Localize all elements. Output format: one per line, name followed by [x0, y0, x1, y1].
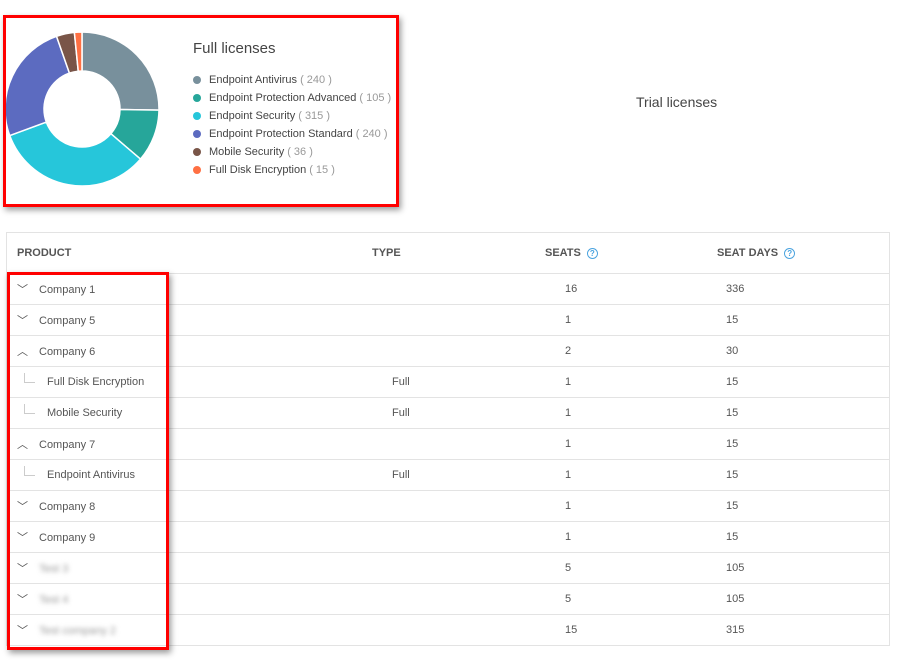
type-cell: [372, 273, 545, 305]
seat-days-cell: 15: [717, 459, 890, 491]
seat-days-cell: 15: [717, 521, 890, 553]
type-cell: [372, 428, 545, 460]
seats-cell: 1: [545, 459, 717, 491]
table-header-row: PRODUCT TYPE SEATS? SEAT DAYS?: [6, 232, 890, 274]
seats-cell: 5: [545, 583, 717, 615]
seats-cell: 1: [545, 366, 717, 398]
type-cell: [372, 552, 545, 584]
annotation-highlight-products: [7, 272, 169, 650]
seats-cell: 5: [545, 552, 717, 584]
seats-cell: 1: [545, 397, 717, 429]
type-cell: [372, 335, 545, 367]
help-icon[interactable]: ?: [586, 247, 598, 259]
seat-days-cell: 30: [717, 335, 890, 367]
seats-cell: 1: [545, 521, 717, 553]
type-cell: [372, 521, 545, 553]
seats-cell: 1: [545, 428, 717, 460]
annotation-highlight-chart: [3, 15, 399, 207]
seat-days-cell: 15: [717, 304, 890, 336]
seat-days-cell: 15: [717, 490, 890, 522]
type-cell: [372, 304, 545, 336]
seat-days-cell: 15: [717, 428, 890, 460]
type-cell: [372, 614, 545, 646]
header-seats-label: SEATS: [545, 247, 581, 259]
header-product[interactable]: PRODUCT: [6, 232, 372, 274]
help-icon[interactable]: ?: [784, 247, 796, 259]
type-cell: [372, 583, 545, 615]
type-cell: Full: [372, 397, 545, 429]
seats-cell: 1: [545, 490, 717, 522]
type-cell: Full: [372, 366, 545, 398]
header-seat-days[interactable]: SEAT DAYS?: [717, 232, 890, 274]
seat-days-cell: 15: [717, 397, 890, 429]
type-cell: [372, 490, 545, 522]
seats-cell: 2: [545, 335, 717, 367]
seats-cell: 1: [545, 304, 717, 336]
seat-days-cell: 105: [717, 583, 890, 615]
seat-days-cell: 105: [717, 552, 890, 584]
seats-cell: 16: [545, 273, 717, 305]
seat-days-cell: 315: [717, 614, 890, 646]
seat-days-cell: 15: [717, 366, 890, 398]
header-seat-days-label: SEAT DAYS: [717, 247, 779, 259]
header-type[interactable]: TYPE: [372, 232, 545, 274]
seats-cell: 15: [545, 614, 717, 646]
type-cell: Full: [372, 459, 545, 491]
trial-licenses-title: Trial licenses: [636, 94, 718, 110]
header-seats[interactable]: SEATS?: [545, 232, 717, 274]
seat-days-cell: 336: [717, 273, 890, 305]
